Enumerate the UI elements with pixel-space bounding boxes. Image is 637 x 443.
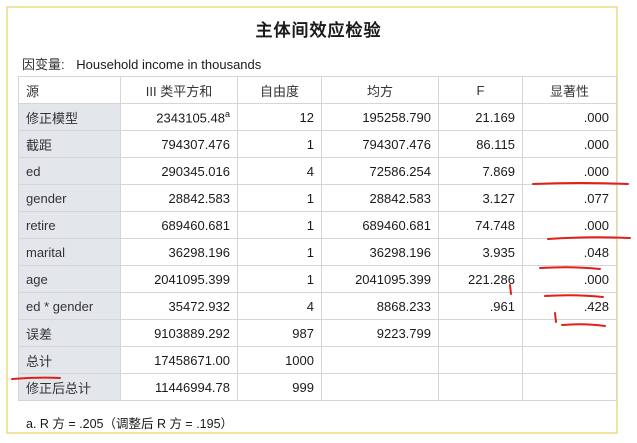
row-ms	[321, 373, 439, 401]
row-source: retire	[18, 211, 121, 239]
footnote-marker: a	[224, 108, 230, 119]
row-ss: 28842.583	[120, 184, 238, 212]
row-ms	[321, 346, 439, 374]
row-ms: 8868.233	[321, 292, 439, 320]
row-f: 74.748	[438, 211, 523, 239]
row-ms: 9223.799	[321, 319, 439, 347]
row-df: 4	[237, 157, 322, 185]
table-row: retire 689460.681 1 689460.681 74.748 .0…	[18, 211, 617, 239]
table-row: age 2041095.399 1 2041095.399 221.286 .0…	[18, 265, 617, 293]
row-df: 1000	[237, 346, 322, 374]
row-source: gender	[18, 184, 121, 212]
row-sig: .428	[522, 292, 617, 320]
header-f: F	[438, 76, 523, 104]
row-df: 1	[237, 238, 322, 266]
row-ms: 36298.196	[321, 238, 439, 266]
row-f	[438, 319, 523, 347]
row-f: 7.869	[438, 157, 523, 185]
row-f: 86.115	[438, 130, 523, 158]
row-ss: 2343105.48a	[120, 103, 238, 131]
row-source: ed	[18, 157, 121, 185]
row-sig: .000	[522, 103, 617, 131]
row-f: 3.935	[438, 238, 523, 266]
table-row: ed * gender 35472.932 4 8868.233 .961 .4…	[18, 292, 617, 320]
row-source: 误差	[18, 319, 121, 347]
row-sig	[522, 373, 617, 401]
table-row: 修正模型 2343105.48a 12 195258.790 21.169 .0…	[18, 103, 617, 131]
row-sig: .000	[522, 130, 617, 158]
row-ms: 195258.790	[321, 103, 439, 131]
row-sig	[522, 319, 617, 347]
header-row: 源 III 类平方和 自由度 均方 F 显著性	[18, 76, 617, 104]
row-ss: 9103889.292	[120, 319, 238, 347]
row-sig: .000	[522, 265, 617, 293]
row-df: 4	[237, 292, 322, 320]
row-ss: 290345.016	[120, 157, 238, 185]
row-sig: .000	[522, 157, 617, 185]
row-source: 总计	[18, 346, 121, 374]
header-ms: 均方	[321, 76, 439, 104]
row-ms: 794307.476	[321, 130, 439, 158]
row-sig: .077	[522, 184, 617, 212]
tests-of-between-subjects-effects-table: 源 III 类平方和 自由度 均方 F 显著性 修正模型 2343105.48a…	[18, 76, 617, 401]
row-source: 修正后总计	[18, 373, 121, 401]
row-f: 3.127	[438, 184, 523, 212]
table-row: ed 290345.016 4 72586.254 7.869 .000	[18, 157, 617, 185]
row-sig: .000	[522, 211, 617, 239]
row-ss: 35472.932	[120, 292, 238, 320]
row-df: 1	[237, 130, 322, 158]
dependent-value: Household income in thousands	[76, 57, 262, 72]
row-source: marital	[18, 238, 121, 266]
table-row: gender 28842.583 1 28842.583 3.127 .077	[18, 184, 617, 212]
row-f: .961	[438, 292, 523, 320]
row-f: 21.169	[438, 103, 523, 131]
row-sig: .048	[522, 238, 617, 266]
header-df: 自由度	[237, 76, 322, 104]
row-source: 截距	[18, 130, 121, 158]
row-source: ed * gender	[18, 292, 121, 320]
table-row: 截距 794307.476 1 794307.476 86.115 .000	[18, 130, 617, 158]
row-source: 修正模型	[18, 103, 121, 131]
header-ss: III 类平方和	[120, 76, 238, 104]
table-row: 修正后总计 11446994.78 999	[18, 373, 617, 401]
row-df: 1	[237, 211, 322, 239]
row-ms: 28842.583	[321, 184, 439, 212]
row-ss: 36298.196	[120, 238, 238, 266]
table-footnote: a. R 方 = .205（调整后 R 方 = .195）	[26, 417, 234, 431]
header-source: 源	[18, 76, 121, 104]
header-sig: 显著性	[522, 76, 617, 104]
row-ss: 2041095.399	[120, 265, 238, 293]
row-ss: 794307.476	[120, 130, 238, 158]
table-row: 误差 9103889.292 987 9223.799	[18, 319, 617, 347]
dependent-variable: 因变量: Household income in thousands	[22, 54, 261, 73]
row-ss: 689460.681	[120, 211, 238, 239]
row-df: 12	[237, 103, 322, 131]
table-row: 总计 17458671.00 1000	[18, 346, 617, 374]
row-ms: 72586.254	[321, 157, 439, 185]
row-df: 999	[237, 373, 322, 401]
row-df: 987	[237, 319, 322, 347]
row-ss: 17458671.00	[120, 346, 238, 374]
row-sig	[522, 346, 617, 374]
row-df: 1	[237, 265, 322, 293]
dependent-label: 因变量:	[22, 57, 65, 72]
table-row: marital 36298.196 1 36298.196 3.935 .048	[18, 238, 617, 266]
row-ss: 11446994.78	[120, 373, 238, 401]
table-title: 主体间效应检验	[255, 21, 382, 41]
row-f	[438, 373, 523, 401]
row-f	[438, 346, 523, 374]
row-source: age	[18, 265, 121, 293]
row-df: 1	[237, 184, 322, 212]
row-f: 221.286	[438, 265, 523, 293]
row-ms: 2041095.399	[321, 265, 439, 293]
row-ms: 689460.681	[321, 211, 439, 239]
